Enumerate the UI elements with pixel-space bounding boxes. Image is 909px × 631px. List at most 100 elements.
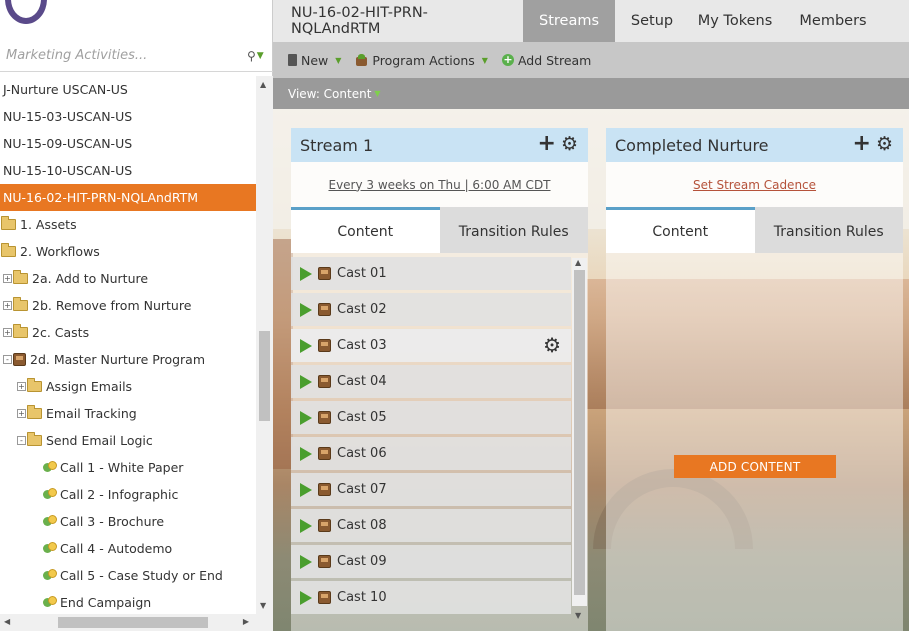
program-actions-button[interactable]: Program Actions ▼	[355, 53, 488, 68]
tab-content[interactable]: Content	[606, 207, 755, 253]
cast-item[interactable]: Cast 08	[291, 509, 571, 542]
tree-item-label: NU-15-09-USCAN-US	[3, 136, 133, 151]
chevron-down-icon: ▼	[335, 55, 342, 65]
stream-cadence-link[interactable]: Every 3 weeks on Thu | 6:00 AM CDT	[291, 162, 588, 207]
set-stream-cadence-link[interactable]: Set Stream Cadence	[606, 162, 903, 207]
play-icon[interactable]	[300, 338, 312, 353]
play-icon[interactable]	[300, 518, 312, 533]
tree-item[interactable]: NU-16-02-HIT-PRN-NQLAndRTM	[0, 184, 256, 211]
chevron-down-icon[interactable]: ▼	[374, 89, 380, 98]
play-icon[interactable]	[300, 266, 312, 281]
collapse-icon[interactable]: -	[3, 355, 12, 364]
cast-item[interactable]: Cast 05	[291, 401, 571, 434]
expand-icon[interactable]: +	[3, 328, 12, 337]
tab-program-name[interactable]: NU-16-02-HIT-PRN-NQLAndRTM	[273, 0, 523, 42]
scroll-thumb[interactable]	[259, 331, 270, 421]
cast-item[interactable]: Cast 03 ⚙	[291, 329, 571, 362]
tab-setup[interactable]: Setup	[615, 0, 689, 42]
tree-item[interactable]: Call 3 - Brochure	[0, 508, 256, 535]
scroll-down-icon[interactable]: ▼	[575, 611, 581, 620]
scroll-right-icon[interactable]: ▶	[243, 617, 249, 626]
tab-members[interactable]: Members	[781, 0, 885, 42]
scroll-left-icon[interactable]: ◀	[4, 617, 10, 626]
program-icon	[318, 303, 331, 316]
tab-transition-rules[interactable]: Transition Rules	[439, 207, 588, 253]
program-icon	[318, 339, 331, 352]
tree-item[interactable]: NU-15-09-USCAN-US	[0, 130, 256, 157]
add-icon[interactable]: +	[538, 133, 556, 155]
tab-transition-rules[interactable]: Transition Rules	[754, 207, 903, 253]
tree-item[interactable]: Call 4 - Autodemo	[0, 535, 256, 562]
add-stream-button[interactable]: + Add Stream	[501, 52, 592, 68]
play-icon[interactable]	[300, 410, 312, 425]
play-icon[interactable]	[300, 374, 312, 389]
play-icon[interactable]	[300, 590, 312, 605]
search-input[interactable]: Marketing Activities...	[6, 48, 247, 63]
program-icon	[318, 267, 331, 280]
expand-icon[interactable]: +	[17, 409, 26, 418]
folder-icon	[13, 297, 28, 311]
expand-icon[interactable]: +	[17, 382, 26, 391]
tab-content[interactable]: Content	[291, 207, 440, 253]
tree-item[interactable]: 2. Workflows	[0, 238, 256, 265]
tree-item[interactable]: J-Nurture USCAN-US	[0, 76, 256, 103]
tree-item[interactable]: Call 2 - Infographic	[0, 481, 256, 508]
marketo-logo[interactable]	[5, 0, 47, 24]
scroll-up-icon[interactable]: ▲	[260, 80, 266, 89]
tree-item[interactable]: +2c. Casts	[0, 319, 256, 346]
tree-item-label: End Campaign	[60, 595, 152, 610]
scroll-down-icon[interactable]: ▼	[260, 601, 266, 610]
tree-horizontal-scrollbar[interactable]: ◀ ▶	[0, 614, 273, 631]
tree-item[interactable]: Call 1 - White Paper	[0, 454, 256, 481]
folder-icon	[1, 216, 16, 230]
cast-item[interactable]: Cast 01	[291, 257, 571, 290]
scroll-up-icon[interactable]: ▲	[575, 258, 581, 267]
tree-item[interactable]: - 2d. Master Nurture Program	[0, 346, 256, 373]
cast-item[interactable]: Cast 04	[291, 365, 571, 398]
tree-item[interactable]: +2b. Remove from Nurture	[0, 292, 256, 319]
tree-item-label: J-Nurture USCAN-US	[3, 82, 128, 97]
view-selector[interactable]: View: Content	[288, 87, 371, 101]
tree-item[interactable]: 1. Assets	[0, 211, 256, 238]
cast-item[interactable]: Cast 09	[291, 545, 571, 578]
scroll-thumb[interactable]	[574, 270, 585, 595]
content-scrollbar[interactable]: ▲ ▼	[572, 258, 587, 620]
play-icon[interactable]	[300, 446, 312, 461]
cast-item[interactable]: Cast 06	[291, 437, 571, 470]
tree-item[interactable]: - Send Email Logic	[0, 427, 256, 454]
tree-item[interactable]: NU-15-03-USCAN-US	[0, 103, 256, 130]
chevron-down-icon: ▼	[481, 55, 488, 65]
tree-item-label: 2a. Add to Nurture	[32, 271, 149, 286]
expand-icon[interactable]: +	[3, 274, 12, 283]
tree-item[interactable]: NU-15-10-USCAN-US	[0, 157, 256, 184]
play-icon[interactable]	[300, 554, 312, 569]
tree-item[interactable]: + Email Tracking	[0, 400, 256, 427]
add-icon[interactable]: +	[853, 133, 871, 155]
collapse-icon[interactable]: -	[17, 436, 26, 445]
tree-item[interactable]: +2a. Add to Nurture	[0, 265, 256, 292]
tree-item[interactable]: End Campaign	[0, 589, 256, 614]
cast-item[interactable]: Cast 02	[291, 293, 571, 326]
gear-icon[interactable]: ⚙	[876, 134, 893, 154]
expand-icon[interactable]: +	[3, 301, 12, 310]
gear-icon[interactable]: ⚙	[561, 134, 578, 154]
tree-vertical-scrollbar[interactable]: ▲ ▼	[256, 76, 273, 614]
filter-icon[interactable]: ⚲ ▼	[247, 49, 267, 63]
tab-my-tokens[interactable]: My Tokens	[689, 0, 781, 42]
add-content-button[interactable]: ADD CONTENT	[674, 455, 836, 478]
new-button[interactable]: New ▼	[288, 53, 341, 68]
cast-item[interactable]: Cast 10	[291, 581, 571, 614]
cast-label: Cast 02	[337, 302, 387, 317]
new-icon	[288, 54, 297, 66]
add-stream-label: Add Stream	[517, 52, 592, 68]
gear-icon[interactable]: ⚙	[543, 335, 561, 355]
tree-item[interactable]: Call 5 - Case Study or End	[0, 562, 256, 589]
tree-item-label: NU-15-10-USCAN-US	[3, 163, 133, 178]
cast-item[interactable]: Cast 07	[291, 473, 571, 506]
tree-item[interactable]: + Assign Emails	[0, 373, 256, 400]
play-icon[interactable]	[300, 302, 312, 317]
play-icon[interactable]	[300, 482, 312, 497]
scroll-thumb[interactable]	[58, 617, 208, 628]
tab-streams[interactable]: Streams	[523, 0, 615, 42]
program-icon	[318, 483, 331, 496]
